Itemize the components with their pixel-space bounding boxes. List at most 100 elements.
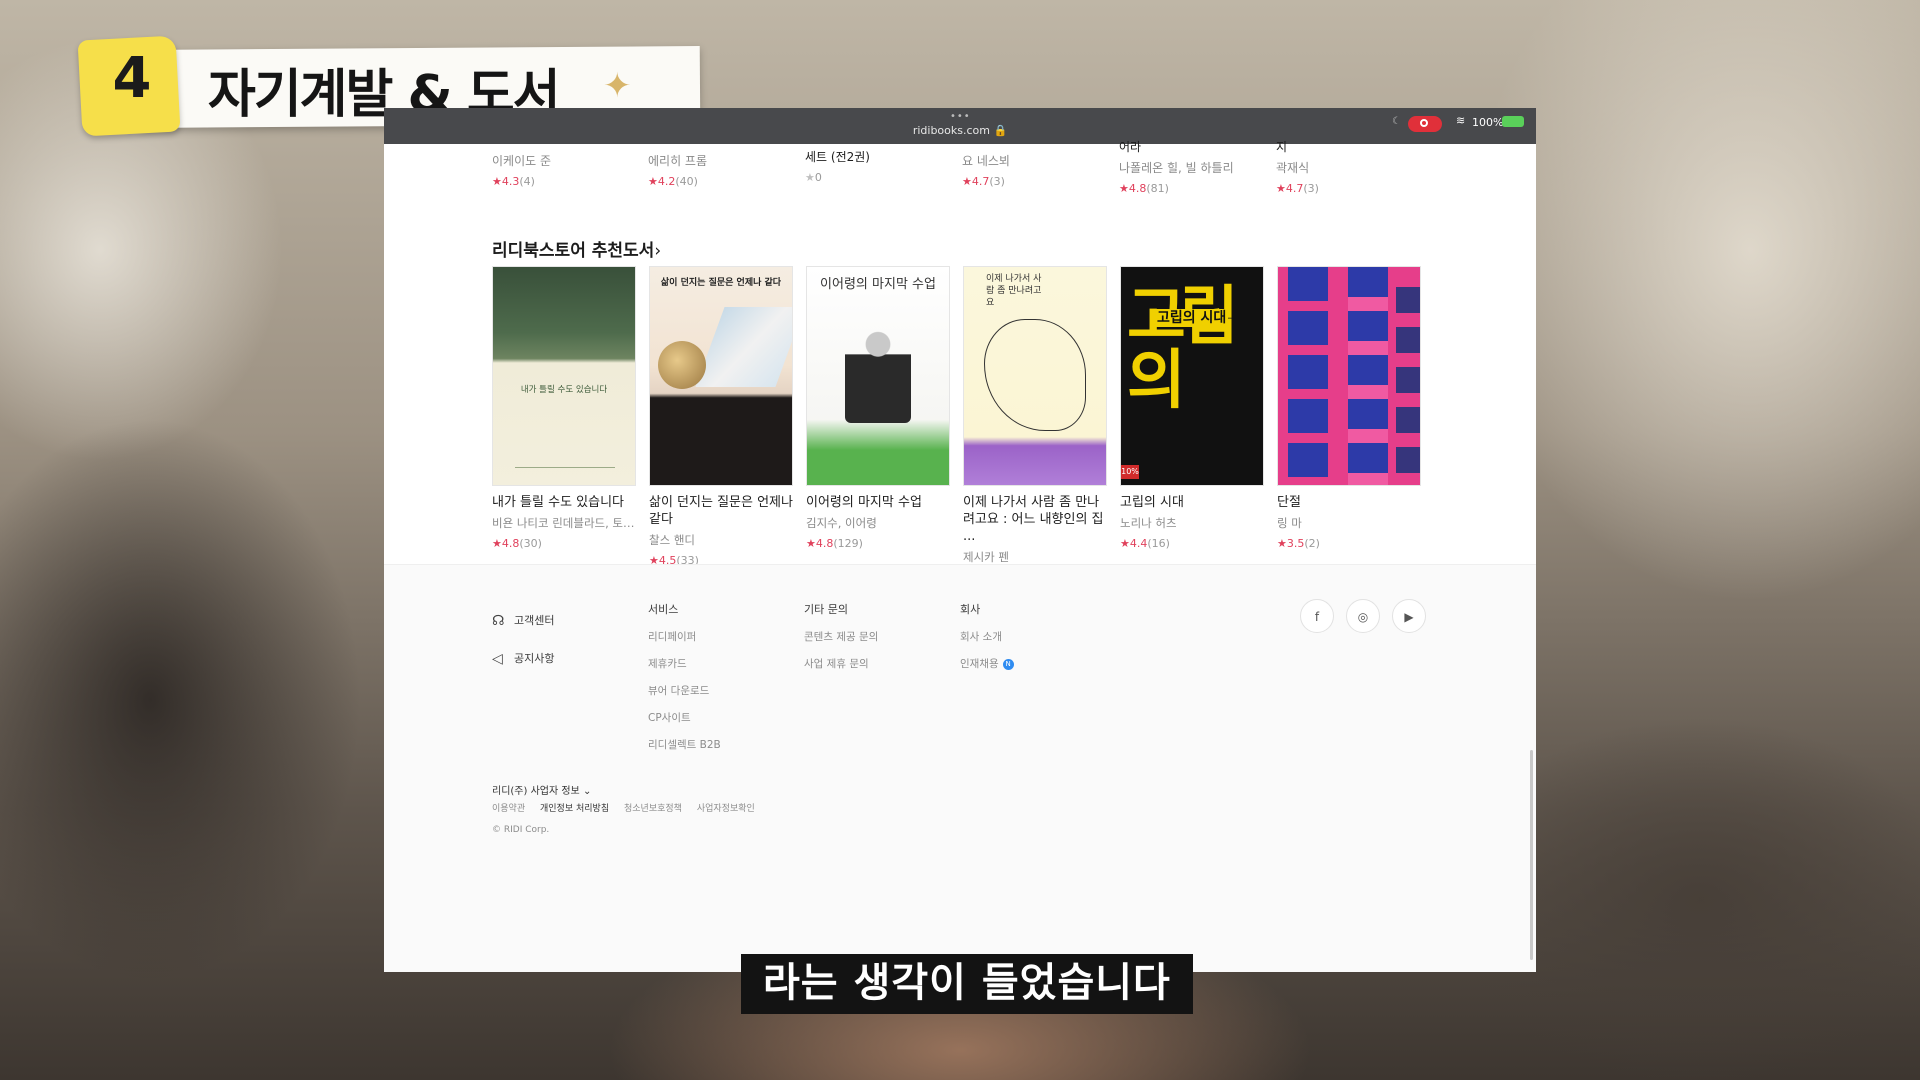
book-cover[interactable]: 이어령의 마지막 수업 [806, 266, 950, 486]
footer-support: ☊ 고객센터 ◁ 공지사항 [492, 601, 554, 677]
book-card[interactable]: 에리히 프롬 ★4.2(40) [648, 152, 798, 188]
book-author[interactable]: 비욘 나티코 린데블라드, 토마... [492, 515, 636, 531]
cover-title: 고립의 [1127, 280, 1239, 418]
book-rating: ★4.3(4) [492, 175, 535, 188]
book-card[interactable]: 이제 나가서 사람 좀 만나려고요 이제 나가서 사람 좀 만나려고요 : 어느… [963, 266, 1107, 584]
book-rating: ★4.8(129) [806, 537, 863, 550]
book-rating: ★4.4(16) [1120, 537, 1170, 550]
footer-link[interactable]: CP사이트 [648, 710, 721, 725]
browser-screen: ••• ridibooks.com 🔒 ☾ ≋ 100% 이케이도 준 ★4.3… [384, 108, 1536, 972]
book-author[interactable]: 링 마 [1277, 515, 1421, 531]
book-author[interactable]: 찰스 핸디 [649, 532, 793, 548]
footer-column-inquiry: 기타 문의 콘텐츠 제공 문의 사업 제휴 문의 [804, 601, 878, 671]
book-author[interactable]: 제시카 펜 [963, 549, 1107, 565]
address-bar[interactable]: ridibooks.com 🔒 [384, 124, 1536, 137]
battery-percentage: 100% [1472, 116, 1504, 129]
screen-recording-icon[interactable] [1408, 116, 1442, 132]
book-title[interactable]: 단절 [1277, 494, 1421, 511]
notice-link[interactable]: ◁ 공지사항 [492, 639, 554, 677]
tab-dots-icon[interactable]: ••• [950, 111, 971, 122]
customer-center-link[interactable]: ☊ 고객센터 [492, 601, 554, 639]
megaphone-icon: ◁ [492, 651, 503, 667]
book-card[interactable]: 요 네스뵈 ★4.7(3) [962, 152, 1112, 188]
instagram-icon[interactable]: ◎ [1346, 599, 1380, 633]
cover-building [1288, 267, 1328, 485]
cover-sketch [984, 319, 1086, 431]
footer-column-company: 회사 회사 소개 인재채용 N [960, 601, 1014, 671]
book-title[interactable]: 삶이 던지는 질문은 언제나 같다 [649, 494, 793, 528]
cover-subtitle: 고립의 시대 [1155, 309, 1229, 327]
cover-medal [658, 341, 706, 389]
book-card[interactable]: 세트 (전2권) ★0 [805, 148, 955, 184]
book-title[interactable]: 내가 틀릴 수도 있습니다 [492, 494, 636, 511]
facebook-icon[interactable]: f [1300, 599, 1334, 633]
section-title: 리디북스토어 추천도서 [492, 241, 655, 261]
book-card[interactable]: 지 곽재식 ★4.7(3) [1276, 138, 1426, 195]
privacy-link[interactable]: 개인정보 처리방침 [540, 804, 609, 814]
footer-link[interactable]: 뷰어 다운로드 [648, 683, 721, 698]
wifi-icon: ≋ [1456, 114, 1466, 127]
cover-ornament [515, 467, 615, 476]
footer-column-heading: 서비스 [648, 603, 679, 616]
chevron-right-icon: › [654, 241, 662, 261]
business-verify-link[interactable]: 사업자정보확인 [697, 804, 755, 814]
book-cover[interactable]: 이제 나가서 사람 좀 만나려고요 [963, 266, 1107, 486]
book-title[interactable]: 고립의 시대 [1120, 494, 1264, 511]
book-card[interactable]: 내가 틀릴 수도 있습니다 내가 틀릴 수도 있습니다 비욘 나티코 린데블라드… [492, 266, 636, 550]
book-author: 에리히 프롬 [648, 154, 708, 168]
book-cover[interactable] [1277, 266, 1421, 486]
cover-title: 삶이 던지는 질문은 언제나 같다 [660, 278, 782, 288]
footer-link[interactable]: 리디셀렉트 B2B [648, 737, 721, 752]
section-title-link[interactable]: 리디북스토어 추천도서› [492, 236, 661, 261]
book-card[interactable]: 이케이도 준 ★4.3(4) [492, 152, 642, 188]
book-cover[interactable]: 삶이 던지는 질문은 언제나 같다 [649, 266, 793, 486]
notice-label: 공지사항 [514, 652, 555, 665]
book-title[interactable]: 이제 나가서 사람 좀 만나려고요 : 어느 내향인의 집 ... [963, 494, 1107, 545]
business-info-toggle[interactable]: 리디(주) 사업자 정보 ⌄ [492, 782, 591, 797]
scrollbar[interactable] [1530, 750, 1533, 960]
careers-label: 인재채용 [960, 658, 999, 670]
book-card[interactable]: 고립의 고립의 시대 10% 고립의 시대 노리나 허츠 ★4.4(16) [1120, 266, 1264, 550]
cover-building [1396, 287, 1420, 485]
book-card[interactable]: 이어령의 마지막 수업 이어령의 마지막 수업 김지수, 이어령 ★4.8(12… [806, 266, 950, 550]
footer-column-heading: 기타 문의 [804, 603, 848, 616]
cover-title: 이어령의 마지막 수업 [820, 277, 936, 292]
book-author: 곽재식 [1276, 161, 1310, 175]
book-rating: ★4.8(81) [1119, 182, 1169, 195]
footer-link[interactable]: 인재채용 N [960, 656, 1014, 671]
discount-badge: 10% [1121, 465, 1139, 479]
cover-title: 이제 나가서 사람 좀 만나려고요 [986, 274, 1042, 308]
book-author: 이케이도 준 [492, 154, 552, 168]
cover-ribbon [695, 307, 792, 387]
book-card[interactable]: 어라 나폴레온 힐, 빌 하틀리 ★4.8(81) [1119, 138, 1269, 195]
cover-portrait [845, 327, 911, 423]
book-rating: ★4.7(3) [962, 175, 1005, 188]
book-author[interactable]: 노리나 허츠 [1120, 515, 1264, 531]
previous-book-row: 이케이도 준 ★4.3(4) 에리히 프롬 ★4.2(40) 세트 (전2권) … [492, 140, 1452, 204]
youtube-icon[interactable]: ▶ [1392, 599, 1426, 633]
book-rating: ★4.7(3) [1276, 182, 1319, 195]
book-author[interactable]: 김지수, 이어령 [806, 515, 950, 531]
book-cover[interactable]: 내가 틀릴 수도 있습니다 [492, 266, 636, 486]
battery-icon [1502, 116, 1524, 127]
terms-link[interactable]: 이용약관 [492, 804, 525, 814]
customer-center-label: 고객센터 [514, 614, 555, 627]
footer-link[interactable]: 콘텐츠 제공 문의 [804, 629, 878, 644]
youth-policy-link[interactable]: 청소년보호정책 [624, 804, 682, 814]
book-title[interactable]: 이어령의 마지막 수업 [806, 494, 950, 511]
book-author: 나폴레온 힐, 빌 하틀리 [1119, 161, 1234, 175]
book-card[interactable]: 단절 링 마 ★3.5(2) [1277, 266, 1421, 550]
moon-icon: ☾ [1392, 116, 1401, 127]
cover-building [1348, 267, 1388, 485]
book-cover[interactable]: 고립의 고립의 시대 10% [1120, 266, 1264, 486]
footer-link[interactable]: 사업 제휴 문의 [804, 656, 878, 671]
legal-links: 이용약관 개인정보 처리방침 청소년보호정책 사업자정보확인 [492, 801, 767, 814]
new-badge: N [1002, 658, 1014, 670]
footer-link[interactable]: 제휴카드 [648, 656, 721, 671]
book-rating: ★4.2(40) [648, 175, 698, 188]
book-title: 세트 (전2권) [805, 150, 870, 164]
book-card[interactable]: 삶이 던지는 질문은 언제나 같다 삶이 던지는 질문은 언제나 같다 찰스 핸… [649, 266, 793, 567]
footer-link[interactable]: 회사 소개 [960, 629, 1014, 644]
footer-link[interactable]: 리디페이퍼 [648, 629, 721, 644]
site-footer: ☊ 고객센터 ◁ 공지사항 서비스 리디페이퍼 제휴카드 뷰어 다운로드 CP사… [384, 564, 1536, 972]
